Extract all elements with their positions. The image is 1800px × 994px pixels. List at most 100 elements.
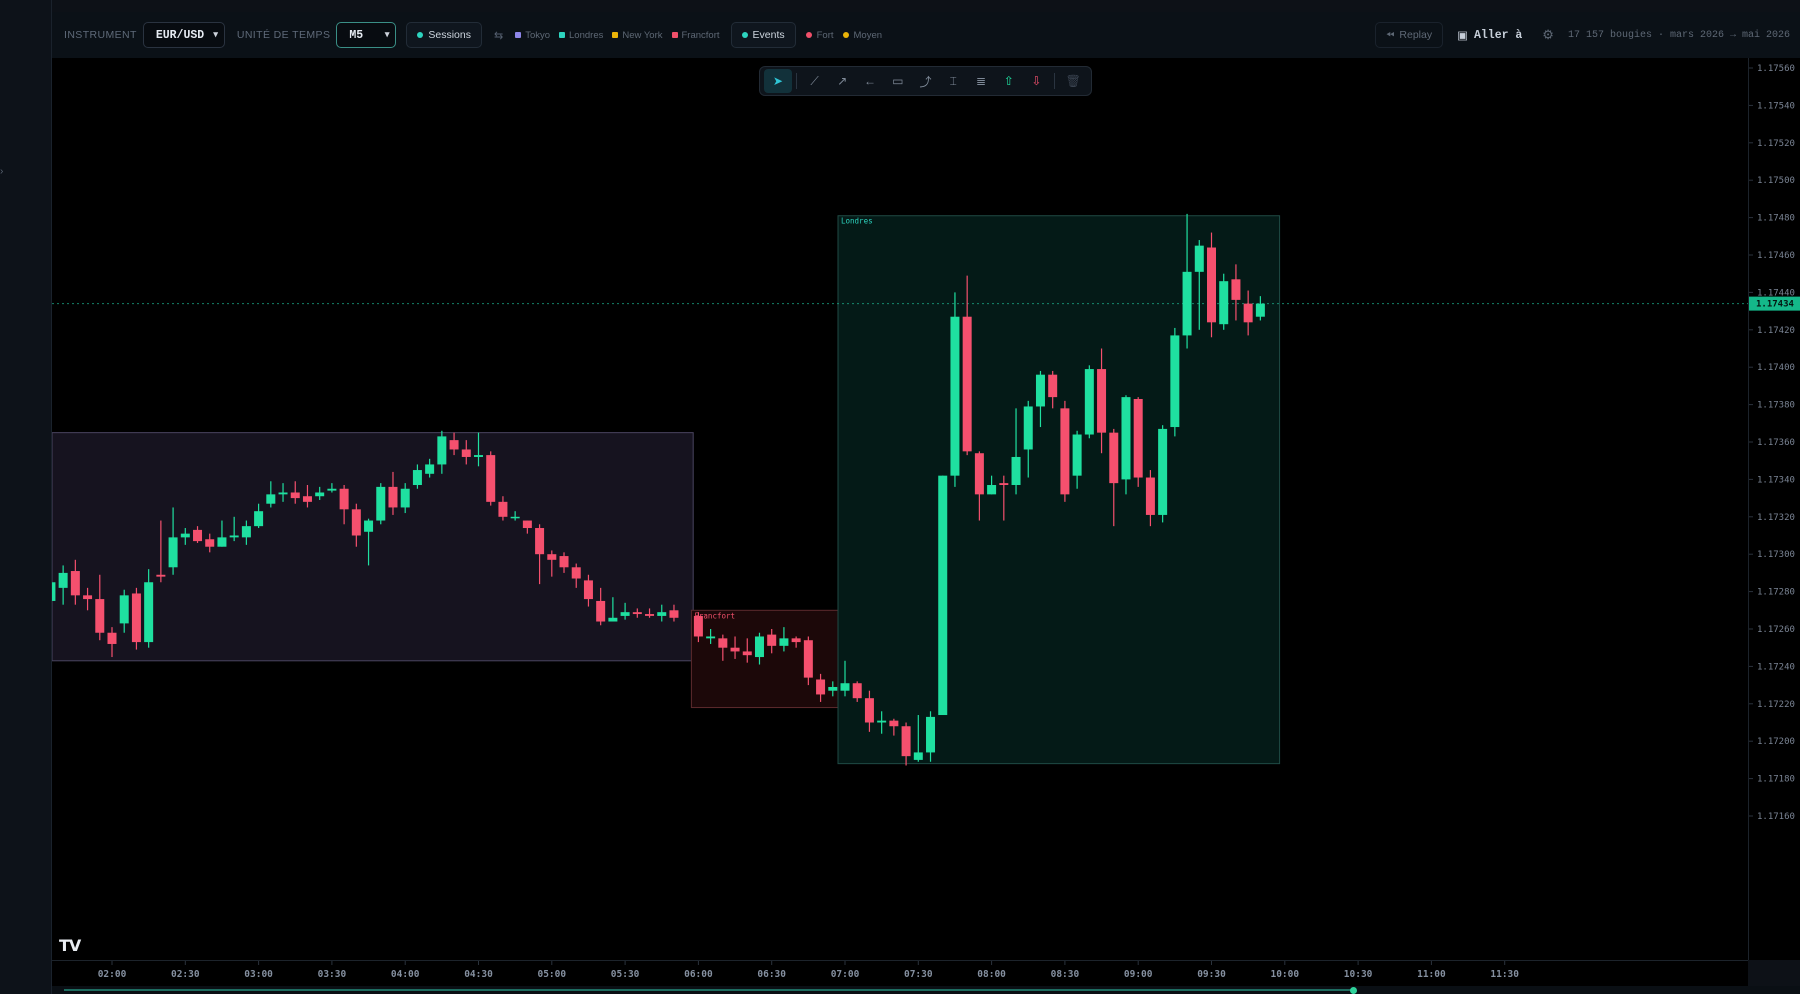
rectangle-tool-icon[interactable]: ▭	[884, 69, 912, 93]
cursor-tool-icon[interactable]: ➤	[764, 69, 792, 93]
fib-tool-icon[interactable]: ≣	[967, 69, 995, 93]
candle-body	[1035, 374, 1045, 407]
candle-body	[229, 535, 239, 538]
candle-body	[290, 492, 300, 499]
candle-body	[241, 526, 251, 538]
sessions-legend-item[interactable]: Tokyo	[515, 30, 550, 41]
sessions-settings-icon[interactable]: ⇆	[494, 29, 503, 42]
price-tick-label: 1.17160	[1757, 812, 1795, 822]
candle-body	[510, 516, 520, 519]
time-tick-label: 03:00	[244, 969, 273, 980]
color-swatch-icon	[515, 32, 522, 38]
candle-bullish	[938, 475, 948, 716]
gear-icon[interactable]: ⚙	[1542, 27, 1554, 43]
sessions-legend-item[interactable]: Francfort	[671, 30, 720, 41]
candle-body	[474, 455, 483, 457]
candle-body	[131, 593, 141, 643]
short-position-tool-icon[interactable]: ⇩	[1023, 69, 1051, 93]
candle-body	[742, 651, 752, 656]
candle-body	[730, 647, 740, 652]
candle-body	[180, 533, 190, 538]
candle-body	[315, 492, 325, 497]
divider	[1054, 73, 1056, 89]
candle-body	[1084, 369, 1094, 435]
horizontal-ray-tool-icon[interactable]: ←	[856, 69, 884, 93]
collapse-handle[interactable]: ›	[0, 166, 3, 177]
candle-body	[254, 511, 264, 527]
events-toggle[interactable]: Events	[730, 22, 796, 48]
candle-body	[486, 455, 496, 502]
candle-body	[425, 464, 435, 474]
candle-body	[571, 567, 581, 579]
candle-body	[351, 509, 361, 536]
sessions-toggle[interactable]: Sessions	[406, 22, 482, 48]
candle-body	[596, 600, 606, 622]
timeframe-select[interactable]: M5 ▾	[336, 22, 397, 48]
candle-body	[950, 316, 960, 476]
candle-body	[95, 599, 105, 633]
time-tick-label: 11:00	[1417, 969, 1446, 980]
candle-body	[144, 582, 154, 643]
sessions-legend-item[interactable]: Londres	[559, 30, 603, 41]
candle-body	[754, 636, 764, 658]
trendline-tool-icon[interactable]: ⟋	[801, 69, 829, 93]
range-info: 17 157 bougies · mars 2026 → mai 2026	[1567, 29, 1790, 41]
price-tick-label: 1.17420	[1757, 326, 1795, 336]
time-tick-label: 04:30	[464, 969, 493, 980]
current-price-label: 1.17434	[1756, 300, 1795, 310]
candle-body	[449, 440, 459, 450]
candle-bullish	[1158, 425, 1168, 523]
candle-body	[388, 486, 398, 508]
sessions-label: Sessions	[428, 29, 471, 41]
candle-body	[217, 537, 227, 547]
sessions-legend-item[interactable]: New York	[612, 30, 663, 41]
events-legend-item[interactable]: Moyen	[842, 30, 882, 41]
candle-bullish	[950, 292, 960, 487]
replay-button[interactable]: ⏪︎ Replay	[1375, 22, 1444, 48]
goto-button[interactable]: ▣ Aller à	[1457, 28, 1522, 43]
candle-bearish	[1060, 400, 1070, 502]
measure-tool-icon[interactable]: ⌶	[939, 69, 967, 93]
time-tick-label: 06:00	[684, 969, 713, 980]
events-dot-icon	[741, 32, 748, 38]
events-legend-item[interactable]: Fort	[805, 30, 834, 41]
candle-body	[535, 528, 545, 555]
candle-body	[156, 574, 166, 577]
timeline-handle[interactable]	[1350, 987, 1357, 994]
price-tick-label: 1.17340	[1757, 475, 1795, 485]
price-tick-label: 1.17560	[1757, 64, 1795, 74]
chart-area[interactable]: Francfort Londres	[46, 58, 1748, 960]
drawing-toolbar: ➤ ⟋ ↗ ← ▭ ⤴ ⌶ ≣ ⇧ ⇩ 🗑︎	[759, 66, 1092, 96]
candle-body	[632, 612, 642, 615]
candle-body	[46, 582, 56, 601]
candlestick-chart[interactable]: FrancfortLondres	[46, 58, 1748, 960]
candle-body	[547, 554, 557, 560]
candle-body	[1158, 428, 1168, 515]
timeframe-value: M5	[349, 28, 364, 42]
time-tick-label: 09:30	[1197, 969, 1226, 980]
long-position-tool-icon[interactable]: ⇧	[995, 69, 1023, 93]
candle-bullish	[376, 483, 386, 525]
candle-body	[913, 752, 923, 760]
trash-icon[interactable]: 🗑︎	[1059, 69, 1087, 93]
price-axis[interactable]: 1.17560 1.17540 1.17520 1.17500 1.17480 1.174…	[1748, 58, 1800, 960]
timeline-scrollbar[interactable]	[52, 986, 1800, 994]
candle-body	[522, 520, 532, 529]
candle-body	[1170, 335, 1180, 428]
time-axis[interactable]: 02:00 02:30 03:00 03:30 04:00 04:30 05:00 05:30…	[52, 960, 1748, 987]
candle-body	[339, 488, 349, 510]
instrument-select[interactable]: EUR/USD ▾	[142, 22, 225, 48]
time-tick-label: 07:00	[831, 969, 860, 980]
candle-body	[1060, 408, 1070, 495]
path-tool-icon[interactable]: ⤴	[912, 69, 940, 93]
candle-body	[926, 716, 936, 753]
candle-bullish	[1219, 273, 1229, 330]
candle-body	[83, 595, 93, 600]
instrument-label: INSTRUMENT	[64, 29, 137, 41]
candle-body	[119, 595, 129, 624]
candle-body	[327, 488, 337, 491]
candle-body	[498, 501, 508, 517]
candle-body	[107, 632, 117, 644]
chevron-down-icon: ▾	[213, 30, 218, 40]
arrow-tool-icon[interactable]: ↗	[828, 69, 856, 93]
